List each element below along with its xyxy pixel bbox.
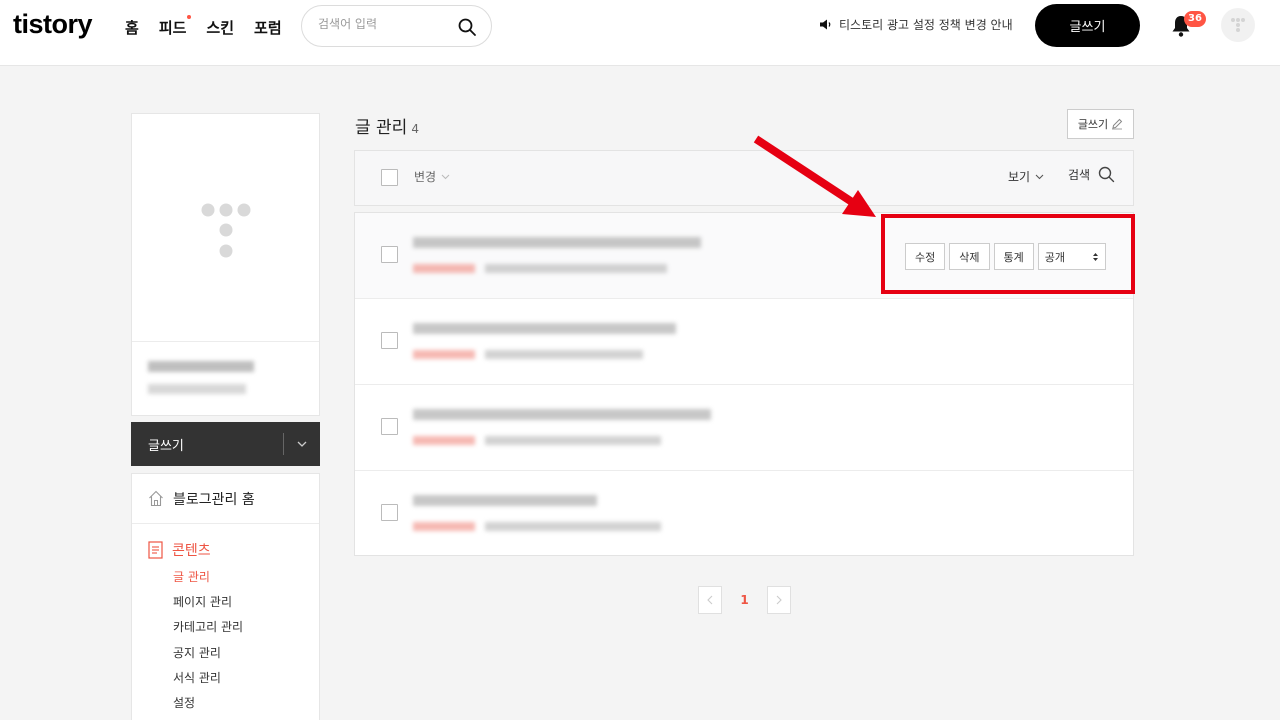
sidebar-item-pages[interactable]: 페이지 관리 — [173, 593, 243, 618]
view-dropdown[interactable]: 보기 — [1008, 168, 1044, 185]
nav-skin-label: 스킨 — [206, 19, 235, 37]
visibility-value: 공개 — [1044, 250, 1065, 264]
nav-skin[interactable]: 스킨 — [206, 17, 234, 38]
blog-profile-image[interactable] — [132, 114, 319, 342]
speaker-icon — [820, 19, 831, 30]
nav-forum[interactable]: 포럼 — [254, 17, 282, 38]
page-title-text: 글 관리 — [355, 118, 408, 138]
nav-home-label: 홈 — [125, 19, 139, 37]
sidebar-submenu: 글 관리 페이지 관리 카테고리 관리 공지 관리 서식 관리 설정 — [173, 568, 243, 719]
nav-feed[interactable]: 피드 — [158, 15, 192, 38]
blog-name-redacted — [148, 361, 254, 372]
post-toolbar: 변경 보기 검색 — [354, 150, 1134, 206]
post-title-redacted[interactable] — [413, 409, 711, 420]
edit-button[interactable]: 수정 — [905, 243, 946, 270]
write-button[interactable]: 글쓰기 — [1035, 4, 1140, 47]
sidebar-item-categories[interactable]: 카테고리 관리 — [173, 618, 243, 643]
post-title-redacted[interactable] — [413, 495, 597, 506]
post-checkbox[interactable] — [381, 246, 398, 263]
chevron-right-icon — [776, 595, 782, 605]
post-meta-redacted — [485, 522, 661, 531]
sidebar-write-button[interactable]: 글쓰기 — [131, 422, 320, 466]
post-actions: 수정 삭제 통계 공개 — [905, 243, 1106, 270]
prev-page-button[interactable] — [698, 586, 722, 614]
pagination: 1 — [698, 586, 791, 614]
post-checkbox[interactable] — [381, 332, 398, 349]
post-meta-redacted — [485, 350, 643, 359]
sidebar-section-contents[interactable]: 콘텐츠 — [148, 540, 211, 560]
view-label: 보기 — [1008, 170, 1031, 184]
visibility-select[interactable]: 공개 — [1037, 243, 1106, 270]
nav-home[interactable]: 홈 — [125, 17, 139, 38]
page-title: 글 관리 4 — [355, 113, 419, 138]
write-post-label: 글쓰기 — [1077, 118, 1109, 131]
post-row[interactable] — [355, 385, 1133, 471]
post-row[interactable] — [355, 299, 1133, 385]
top-header: tistory 홈 피드 스킨 포럼 티스토리 광고 설정 정책 변경 안내 글… — [0, 0, 1280, 66]
post-search-label: 검색 — [1068, 168, 1091, 182]
sidebar-item-home[interactable]: 블로그관리 홈 — [132, 474, 319, 524]
pencil-icon — [1112, 118, 1123, 130]
notification-count-badge: 36 — [1184, 11, 1206, 27]
post-row[interactable]: 수정 삭제 통계 공개 — [355, 213, 1133, 299]
stats-button[interactable]: 통계 — [993, 243, 1034, 270]
next-page-button[interactable] — [767, 586, 791, 614]
new-indicator-dot — [187, 15, 192, 19]
document-icon — [148, 541, 163, 559]
post-count: 4 — [411, 122, 419, 136]
sidebar-item-templates[interactable]: 서식 관리 — [173, 669, 243, 694]
page-number[interactable]: 1 — [722, 593, 767, 607]
search-icon[interactable] — [457, 17, 477, 37]
tistory-logo-icon — [1231, 18, 1245, 32]
chevron-down-icon — [297, 441, 307, 447]
avatar[interactable] — [1221, 8, 1255, 42]
chevron-down-icon — [1035, 174, 1044, 179]
post-title-redacted[interactable] — [413, 323, 676, 334]
tistory-logo-icon — [201, 203, 251, 258]
notice-text: 티스토리 광고 설정 정책 변경 안내 — [839, 18, 1013, 32]
chevron-down-icon — [441, 174, 450, 179]
post-search-button[interactable]: 검색 — [1068, 166, 1115, 183]
chevron-left-icon — [707, 595, 713, 605]
post-checkbox[interactable] — [381, 504, 398, 521]
delete-button[interactable]: 삭제 — [949, 243, 990, 270]
home-icon — [149, 490, 163, 507]
main-nav: 홈 피드 스킨 포럼 — [125, 15, 282, 38]
write-post-button[interactable]: 글쓰기 — [1067, 109, 1134, 139]
tistory-logo[interactable]: tistory — [13, 9, 93, 40]
blog-profile-card — [131, 113, 320, 416]
post-category-redacted — [413, 350, 475, 359]
post-row[interactable] — [355, 471, 1133, 557]
post-checkbox[interactable] — [381, 418, 398, 435]
change-dropdown[interactable]: 변경 — [414, 168, 450, 185]
post-category-redacted — [413, 264, 475, 273]
sort-arrows-icon — [1092, 252, 1098, 261]
post-meta-redacted — [485, 264, 667, 273]
nav-feed-label: 피드 — [158, 19, 187, 37]
sidebar-item-settings[interactable]: 설정 — [173, 694, 243, 719]
sidebar-item-notices[interactable]: 공지 관리 — [173, 644, 243, 669]
sidebar-write-label: 글쓰기 — [148, 438, 184, 454]
post-meta-redacted — [485, 436, 661, 445]
post-category-redacted — [413, 522, 475, 531]
blog-address-redacted — [148, 384, 246, 394]
write-options-toggle[interactable] — [284, 441, 320, 447]
select-all-checkbox[interactable] — [381, 169, 398, 186]
change-label: 변경 — [414, 170, 437, 184]
sidebar-menu: 블로그관리 홈 콘텐츠 글 관리 페이지 관리 카테고리 관리 공지 관리 서식… — [131, 473, 320, 720]
post-title-redacted[interactable] — [413, 237, 701, 248]
post-category-redacted — [413, 436, 475, 445]
sidebar-item-posts[interactable]: 글 관리 — [173, 568, 243, 593]
search-input[interactable] — [318, 17, 458, 31]
sidebar-item-home-label: 블로그관리 홈 — [173, 491, 255, 508]
sidebar-section-label: 콘텐츠 — [172, 543, 211, 559]
nav-forum-label: 포럼 — [254, 19, 282, 37]
search-box — [301, 5, 492, 47]
notice-link[interactable]: 티스토리 광고 설정 정책 변경 안내 — [819, 16, 1013, 33]
post-list: 수정 삭제 통계 공개 — [354, 212, 1134, 556]
search-icon — [1098, 166, 1115, 183]
